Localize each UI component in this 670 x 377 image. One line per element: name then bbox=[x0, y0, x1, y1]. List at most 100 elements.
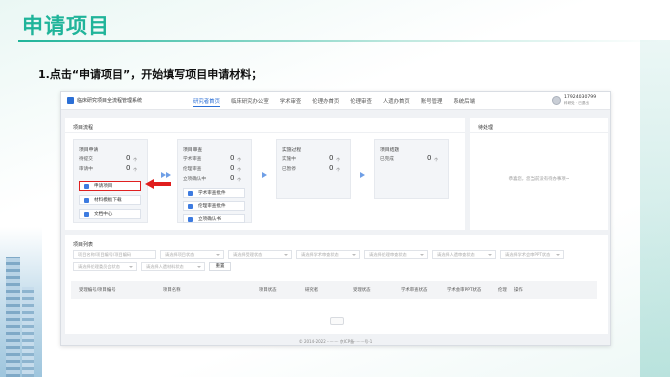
select-placeholder: 请选择伦理审查状态 bbox=[369, 252, 407, 257]
panel-divider bbox=[470, 132, 608, 133]
panel-divider bbox=[65, 132, 465, 133]
user-phone[interactable]: 17924030799 bbox=[564, 95, 596, 100]
nav-system-backend[interactable]: 系统后端 bbox=[453, 97, 475, 105]
slide-title: 申请项目 bbox=[22, 14, 110, 38]
genetics-material-select[interactable]: 请选择人遗材料状态 bbox=[141, 262, 205, 271]
unit: 个 bbox=[434, 157, 439, 162]
chevron-down-icon bbox=[352, 254, 356, 256]
row-label-completed: 已完成 bbox=[380, 157, 394, 162]
row-label-ethics: 伦理审查 bbox=[183, 167, 202, 172]
chevron-down-icon bbox=[556, 254, 560, 256]
academic-status-select[interactable]: 请选择学术审查状态 bbox=[296, 250, 360, 259]
select-placeholder: 请选择项目状态 bbox=[165, 252, 195, 257]
column-header[interactable]: 学术审查状态 bbox=[401, 287, 427, 293]
column-header[interactable]: 学术会审PPT状态 bbox=[447, 287, 481, 293]
nav-researcher-home[interactable]: 研究者首页 bbox=[193, 97, 220, 107]
flow-arrow-icon bbox=[360, 172, 365, 178]
genetics-status-select[interactable]: 请选择人遗审查状态 bbox=[432, 250, 496, 259]
row-label-applying: 审请中 bbox=[79, 167, 93, 172]
search-input[interactable]: 项目名称/项目编号/项目编码 bbox=[73, 250, 156, 259]
main-nav: 研究者首页 临床研究办公室 学术审查 伦理办首页 伦理审查 人遗办首页 账号管理… bbox=[193, 97, 486, 107]
card-title: 项目结题 bbox=[380, 148, 400, 153]
count-confirm[interactable]: 0 bbox=[230, 174, 234, 182]
column-header[interactable]: 受理状态 bbox=[353, 287, 371, 293]
academic-approval-button[interactable]: 学术审查批件 bbox=[183, 188, 245, 198]
unit: 个 bbox=[237, 177, 242, 182]
card-implementation: 实施过程 实施中 0 个 已暂停 0 个 bbox=[276, 139, 351, 199]
count-paused[interactable]: 0 bbox=[329, 164, 333, 172]
nav-ethics-home[interactable]: 伦理办首页 bbox=[312, 97, 339, 105]
count-applying[interactable]: 0 bbox=[126, 164, 130, 172]
row-label-paused: 已暂停 bbox=[282, 167, 296, 172]
document-icon bbox=[188, 191, 193, 196]
acceptance-status-select[interactable]: 请选择受理状态 bbox=[228, 250, 292, 259]
step-instruction: 1.点击“申请项目”，开始填写项目申请材料； bbox=[38, 68, 263, 81]
select-placeholder: 请选择学术审查状态 bbox=[301, 252, 339, 257]
card-project-closure: 项目结题 已完成 0 个 bbox=[374, 139, 449, 199]
reset-button[interactable]: 重置 bbox=[209, 262, 231, 271]
count-in-progress[interactable]: 0 bbox=[329, 154, 333, 162]
apply-project-button[interactable]: 申请项目 bbox=[79, 181, 141, 191]
column-header[interactable]: 伦理 bbox=[498, 287, 507, 293]
card-title: 项目申请 bbox=[79, 148, 99, 153]
title-underline bbox=[18, 40, 658, 42]
chevron-down-icon bbox=[197, 266, 201, 268]
system-logo-icon bbox=[67, 97, 74, 104]
unit: 个 bbox=[133, 167, 138, 172]
user-avatar[interactable] bbox=[552, 96, 561, 105]
column-header[interactable]: 项目状态 bbox=[259, 287, 277, 293]
card-project-apply: 项目申请 待提交 0 个 审请中 0 个 申请项目 材料模板下载 文档中心 bbox=[73, 139, 148, 223]
nav-account-management[interactable]: 账号管理 bbox=[421, 97, 443, 105]
count-ethics[interactable]: 0 bbox=[230, 164, 234, 172]
select-placeholder: 请选择伦理委员会状态 bbox=[78, 264, 120, 269]
flow-arrow-icon bbox=[262, 172, 267, 178]
nav-academic-review[interactable]: 学术审查 bbox=[280, 97, 302, 105]
confirm-letter-button[interactable]: 立项确认书 bbox=[183, 214, 245, 223]
empty-box-icon bbox=[330, 317, 344, 325]
nav-genetics-home[interactable]: 人遗办首页 bbox=[383, 97, 410, 105]
unit: 个 bbox=[336, 157, 341, 162]
ethics-approval-label: 伦理审查批件 bbox=[198, 204, 226, 209]
document-icon bbox=[188, 217, 193, 222]
row-label-academic: 学术审查 bbox=[183, 157, 202, 162]
document-center-label: 文档中心 bbox=[94, 212, 113, 217]
download-icon bbox=[84, 198, 89, 203]
select-placeholder: 请选择人遗审查状态 bbox=[437, 252, 475, 257]
column-header[interactable]: 操作 bbox=[514, 287, 523, 293]
card-title: 实施过程 bbox=[282, 148, 302, 153]
flow-arrow-icon bbox=[166, 172, 171, 178]
document-icon bbox=[188, 204, 193, 209]
template-download-button[interactable]: 材料模板下载 bbox=[79, 195, 141, 205]
column-header[interactable]: 研究者 bbox=[305, 287, 318, 293]
ppt-status-select[interactable]: 请选择学术会审PPT状态 bbox=[500, 250, 564, 259]
column-header[interactable]: 受理编号/项目编号 bbox=[79, 287, 116, 293]
unit: 个 bbox=[336, 167, 341, 172]
chevron-down-icon bbox=[216, 254, 220, 256]
highlight-arrow-shaft bbox=[153, 182, 171, 186]
todo-empty-message: 恭喜您，您当前没有待办事项~ bbox=[508, 177, 570, 182]
document-center-button[interactable]: 文档中心 bbox=[79, 209, 141, 219]
user-subtitle: 科研处 · 已退出 bbox=[564, 101, 589, 105]
highlight-arrow-icon bbox=[145, 179, 154, 189]
project-list-panel: 项目列表 项目名称/项目编号/项目编码 请选择项目状态 请选择受理状态 请选择学… bbox=[65, 235, 608, 334]
project-flow-panel: 项目流程 项目申请 待提交 0 个 审请中 0 个 申请项目 材料模板下载 文档… bbox=[65, 118, 465, 230]
select-placeholder: 请选择学术会审PPT状态 bbox=[505, 252, 551, 257]
select-placeholder: 请选择人遗材料状态 bbox=[146, 264, 184, 269]
todo-panel: 待处理 恭喜您，您当前没有待办事项~ bbox=[470, 118, 608, 230]
decorative-band bbox=[640, 40, 670, 377]
template-download-label: 材料模板下载 bbox=[94, 198, 122, 203]
ethics-status-select[interactable]: 请选择伦理审查状态 bbox=[364, 250, 428, 259]
count-pending[interactable]: 0 bbox=[126, 154, 130, 162]
academic-approval-label: 学术审查批件 bbox=[198, 191, 226, 196]
nav-clinical-office[interactable]: 临床研究办公室 bbox=[231, 97, 269, 105]
column-header[interactable]: 项目名称 bbox=[163, 287, 181, 293]
ethics-committee-select[interactable]: 请选择伦理委员会状态 bbox=[73, 262, 137, 271]
top-navigation-bar: 临床研究项目全流程管理系统 研究者首页 临床研究办公室 学术审查 伦理办首页 伦… bbox=[61, 92, 610, 110]
nav-ethics-review[interactable]: 伦理审查 bbox=[350, 97, 372, 105]
count-completed[interactable]: 0 bbox=[427, 154, 431, 162]
ethics-approval-button[interactable]: 伦理审查批件 bbox=[183, 201, 245, 211]
chevron-down-icon bbox=[488, 254, 492, 256]
unit: 个 bbox=[237, 167, 242, 172]
project-status-select[interactable]: 请选择项目状态 bbox=[160, 250, 224, 259]
count-academic[interactable]: 0 bbox=[230, 154, 234, 162]
